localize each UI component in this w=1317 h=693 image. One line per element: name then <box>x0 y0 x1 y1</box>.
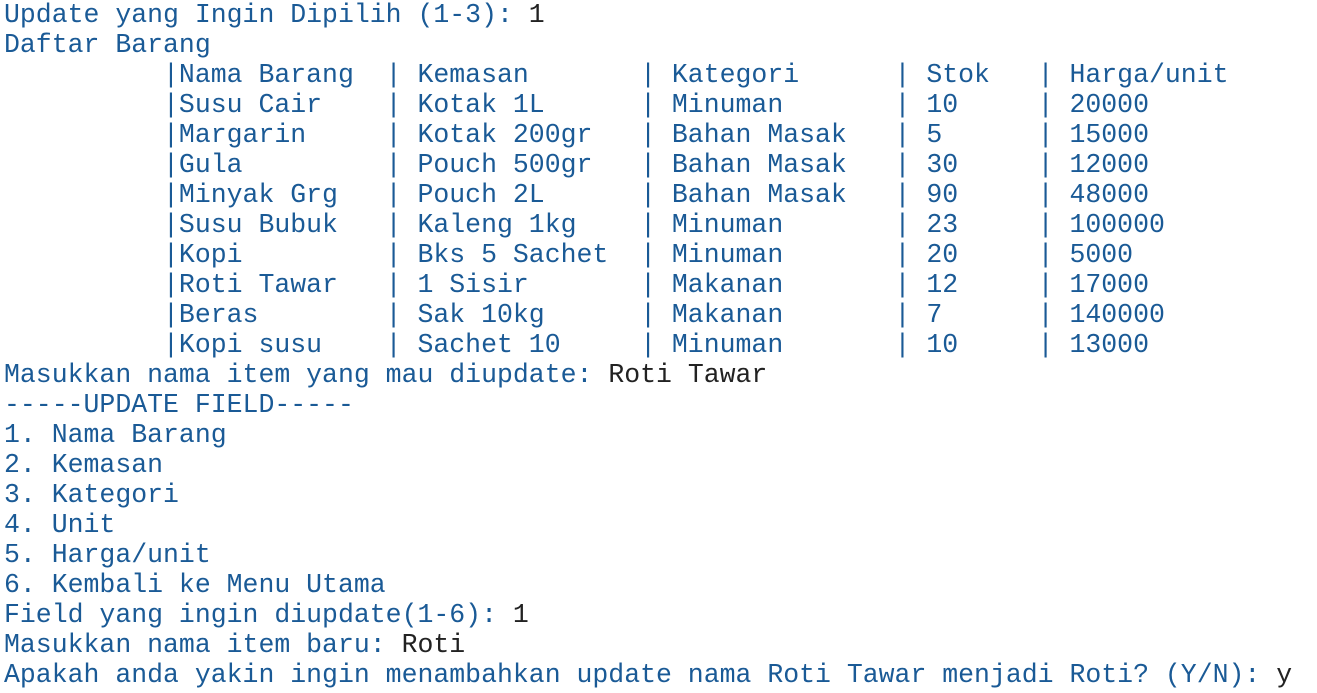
menu-item-kembali: 6. Kembali ke Menu Utama <box>4 570 386 600</box>
item-select-input: Roti Tawar <box>608 360 768 390</box>
table-row: |Kopi | Bks 5 Sachet | Minuman | 20 | 50… <box>4 240 1134 270</box>
table-header: |Nama Barang | Kemasan | Kategori | Stok… <box>4 60 1229 90</box>
menu-item-kemasan: 2. Kemasan <box>4 450 164 480</box>
table-row: |Margarin | Kotak 200gr | Bahan Masak | … <box>4 120 1149 150</box>
table-row: |Kopi susu | Sachet 10 | Minuman | 10 | … <box>4 330 1149 360</box>
menu-item-harga-unit: 5. Harga/unit <box>4 540 211 570</box>
item-select-line: Masukkan nama item yang mau diupdate: Ro… <box>4 360 767 390</box>
confirm-input: y <box>1276 660 1293 690</box>
menu-item-unit: 4. Unit <box>4 510 116 540</box>
new-name-input: Roti <box>401 630 466 660</box>
new-name-line: Masukkan nama item baru: Roti <box>4 630 465 660</box>
table-row: |Gula | Pouch 500gr | Bahan Masak | 30 |… <box>4 150 1149 180</box>
item-select-prompt: Masukkan nama item yang mau diupdate: <box>4 360 609 390</box>
confirm-line: Apakah anda yakin ingin menambahkan upda… <box>4 660 1292 690</box>
table-row: |Minyak Grg | Pouch 2L | Bahan Masak | 9… <box>4 180 1149 210</box>
menu-item-nama-barang: 1. Nama Barang <box>4 420 227 450</box>
update-choice-line: Update yang Ingin Dipilih (1-3): 1 <box>4 0 545 30</box>
field-choice-line: Field yang ingin diupdate(1-6): 1 <box>4 600 529 630</box>
table-row: |Susu Cair | Kotak 1L | Minuman | 10 | 2… <box>4 90 1149 120</box>
menu-item-kategori: 3. Kategori <box>4 480 179 510</box>
new-name-prompt: Masukkan nama item baru: <box>4 630 402 660</box>
list-title: Daftar Barang <box>4 30 211 60</box>
table-row: |Susu Bubuk | Kaleng 1kg | Minuman | 23 … <box>4 210 1165 240</box>
update-choice-prompt: Update yang Ingin Dipilih (1-3): <box>4 0 529 30</box>
update-field-title: -----UPDATE FIELD----- <box>4 390 354 420</box>
confirm-prompt: Apakah anda yakin ingin menambahkan upda… <box>4 660 1277 690</box>
field-choice-input: 1 <box>512 600 529 630</box>
field-choice-prompt: Field yang ingin diupdate(1-6): <box>4 600 513 630</box>
table-row: |Roti Tawar | 1 Sisir | Makanan | 12 | 1… <box>4 270 1149 300</box>
table-row: |Beras | Sak 10kg | Makanan | 7 | 140000 <box>4 300 1165 330</box>
update-choice-input: 1 <box>528 0 545 30</box>
terminal-window: Update yang Ingin Dipilih (1-3): 1 Dafta… <box>0 0 1317 693</box>
